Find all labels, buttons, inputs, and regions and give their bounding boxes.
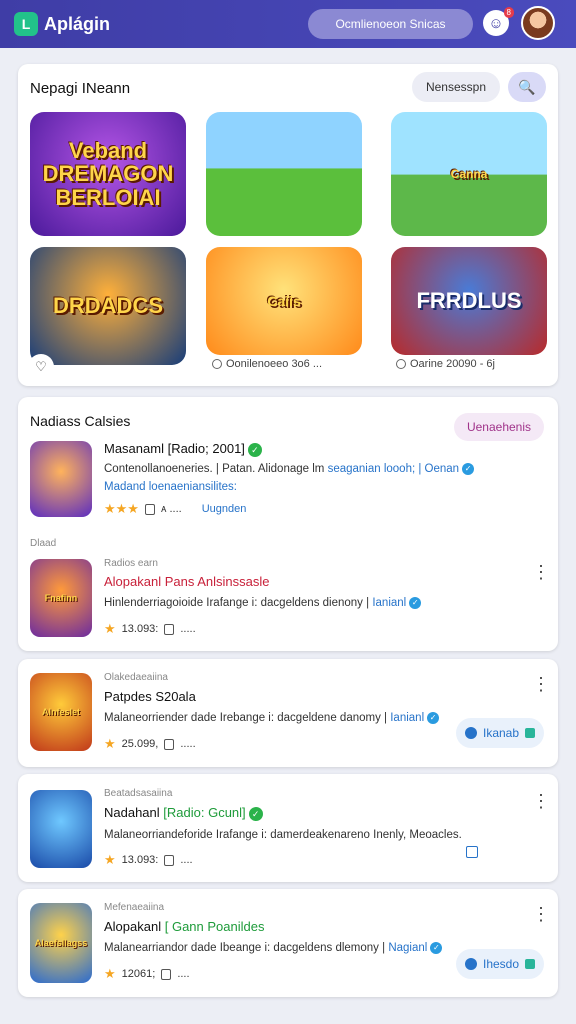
featured-filter-button[interactable]: Nensesspn (412, 72, 500, 102)
more-options-icon[interactable]: ⋮ (532, 675, 550, 693)
app-meta: ★ 12061;.... (104, 966, 190, 981)
notification-button[interactable]: ☺ 8 (483, 7, 514, 36)
more-options-icon[interactable]: ⋮ (532, 905, 550, 923)
app-description: Malaneorriandeforide Irafange i: damerde… (104, 829, 462, 841)
top-app-bar: L Aplágin Ocmlienoeon Snicas ☺ 8 (0, 0, 576, 48)
play-icon (464, 727, 477, 739)
app-meta: ★ 13.093:.... (104, 852, 193, 867)
app-name[interactable]: Alopakanl Pans Anlsinssasle (104, 574, 270, 589)
tile-art-text: Caiis (267, 292, 301, 309)
list-item[interactable]: Alaefsllagss Mefenaeaiina Alopakanl [ Ga… (18, 889, 558, 997)
tile-caption: Oarine 20090 - 6j (396, 358, 495, 370)
app-description: Malanearriandor dade Ibeange i: dacgelde… (104, 942, 443, 954)
tile-art-text: Veband DREMAGON BERLOIAI (42, 138, 174, 210)
verified-icon: ✓ (248, 806, 263, 821)
featured-section: Nepagi INeann Nensesspn 🔍 Veband DREMAGO… (18, 64, 558, 386)
download-icon (161, 968, 172, 980)
categories-section: Nadiass Calsies Uenaehenis Masanaml [Rad… (18, 397, 558, 651)
logo-icon[interactable]: L (14, 12, 38, 36)
app-icon[interactable] (30, 790, 92, 868)
featured-title: Nepagi INeann (30, 80, 131, 97)
categories-button[interactable]: Uenaehenis (454, 413, 544, 441)
app-name[interactable]: Masanaml [Radio; 2001] ✓ (104, 441, 262, 457)
featured-tile-2[interactable] (206, 112, 362, 236)
bookmark-icon[interactable] (466, 846, 478, 858)
smile-icon: ☺ (488, 14, 504, 32)
list-item[interactable]: Alnfeslet Olakedaeaiina Patpdes S20ala M… (18, 659, 558, 767)
tile-art-text: Canna (450, 166, 488, 181)
shield-icon (525, 959, 536, 969)
app-category: Radios earn (104, 558, 158, 569)
star-icon: ★ (104, 736, 116, 751)
more-options-icon[interactable]: ⋮ (532, 563, 550, 581)
app-name[interactable]: Alopakanl [ Gann Poanildes (104, 919, 264, 934)
app-meta: ★ 13.093:..... (104, 621, 196, 636)
app-icon[interactable]: Alaefsllagss (30, 903, 92, 983)
more-options-icon[interactable]: ⋮ (532, 792, 550, 810)
tile-art-text: FRRDLUS (416, 288, 522, 314)
app-description: Malaneorriender dade Irebange i: dacgeld… (104, 712, 440, 724)
app-description: Contenollanoeneries. | Patan. Alidonage … (104, 463, 475, 475)
heart-icon[interactable]: ♡ (28, 354, 54, 380)
download-icon (144, 503, 155, 515)
star-icon: ★★★ (104, 501, 139, 516)
shield-icon (525, 728, 536, 738)
featured-tile-1[interactable]: Veband DREMAGON BERLOIAI (30, 112, 186, 236)
featured-tile-6[interactable]: FRRDLUS (391, 247, 547, 355)
app-icon[interactable]: Alnfeslet (30, 673, 92, 751)
list-item[interactable]: Beatadsasaiina Nadahanl [Radio: Gcunl] ✓ … (18, 774, 558, 882)
clock-icon (396, 359, 406, 369)
app-meta: ★ 25.099,..... (104, 736, 196, 751)
app-category: Mefenaeaiina (104, 902, 165, 913)
download-icon (164, 854, 175, 866)
app-title: Aplágin (44, 13, 110, 34)
verified-icon: ✓ (409, 597, 422, 609)
featured-tile-5[interactable]: Caiis (206, 247, 362, 355)
section-label: Dlaad (30, 538, 57, 549)
verified-icon: ✓ (427, 712, 440, 724)
download-icon (164, 623, 175, 635)
app-icon[interactable]: Fnafinn (30, 559, 92, 637)
featured-tile-4[interactable]: DRDADCS (30, 247, 186, 365)
app-name[interactable]: Nadahanl [Radio: Gcunl] ✓ (104, 805, 263, 821)
app-link[interactable]: Uugnden (202, 503, 247, 515)
clock-icon (212, 359, 222, 369)
install-button[interactable]: Ihesdo (456, 949, 544, 979)
verified-icon: ✓ (462, 463, 475, 475)
avatar[interactable] (521, 6, 555, 40)
app-category: Beatadsasaiina (104, 788, 173, 799)
tile-art-text: DRDADCS (53, 293, 163, 319)
star-icon: ★ (104, 966, 116, 981)
star-icon: ★ (104, 621, 116, 636)
app-meta: ★★★ ᴀ .... Uugnden (104, 501, 247, 516)
app-name[interactable]: Patpdes S20ala (104, 689, 196, 704)
search-bar[interactable]: Ocmlienoeon Snicas (308, 9, 473, 39)
verified-icon: ✓ (247, 442, 262, 457)
featured-tile-3[interactable]: Canna (391, 112, 547, 236)
caption-text: Oarine 20090 - 6j (410, 358, 495, 370)
install-button[interactable]: Ikanab (456, 718, 544, 748)
app-description: Hinlenderriagoioide Irafange i: dacgelde… (104, 597, 422, 609)
app-description-line2: Madand loenaeniansilites: (104, 481, 237, 493)
download-icon (164, 738, 175, 750)
app-category: Olakedaeaiina (104, 672, 168, 683)
search-icon[interactable]: 🔍 (508, 72, 546, 102)
star-icon: ★ (104, 852, 116, 867)
notification-badge: 8 (503, 7, 514, 18)
categories-title: Nadiass Calsies (30, 413, 131, 429)
verified-icon: ✓ (430, 942, 443, 954)
caption-text: Oonilenoeeo 3o6 ... (226, 358, 323, 370)
play-icon (464, 958, 477, 970)
app-icon[interactable] (30, 441, 92, 517)
tile-caption: Oonilenoeeo 3o6 ... (212, 358, 322, 370)
